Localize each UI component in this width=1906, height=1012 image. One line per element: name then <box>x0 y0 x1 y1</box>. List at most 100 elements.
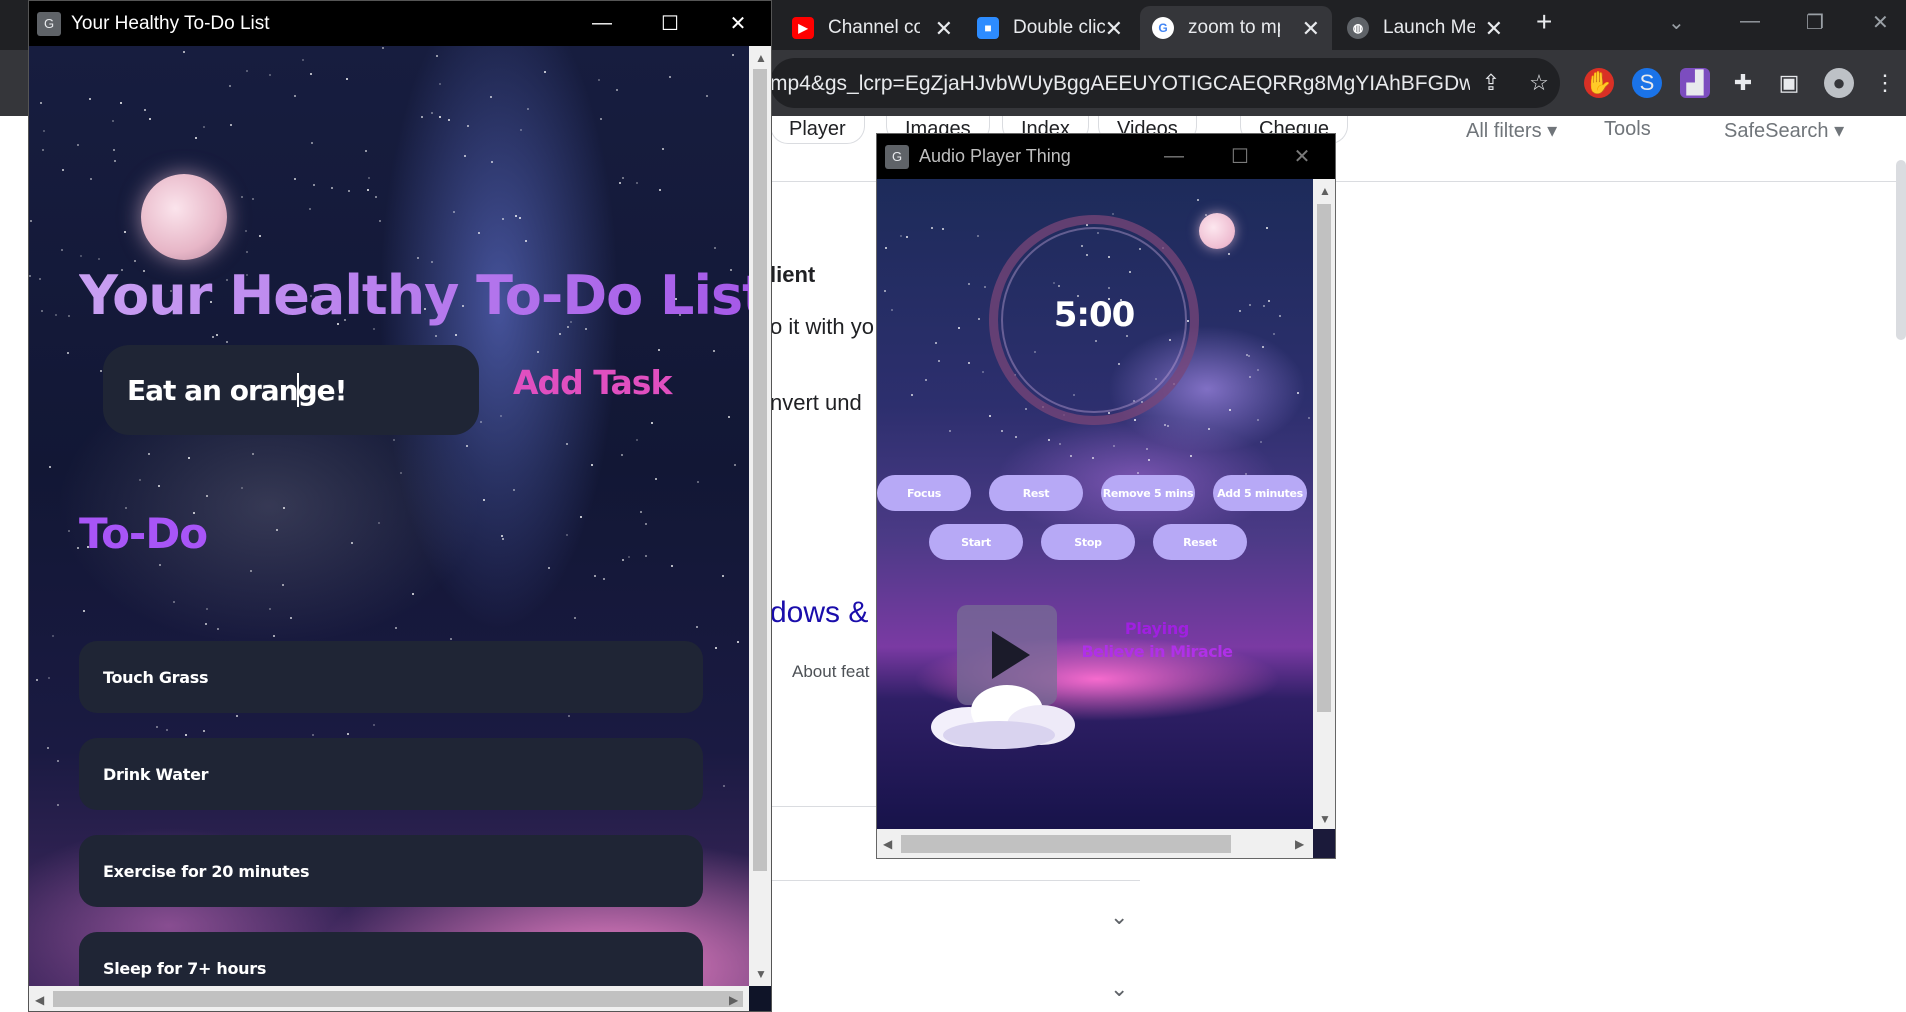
task-item[interactable]: Exercise for 20 minutes <box>79 835 703 907</box>
app-icon: G <box>37 11 61 36</box>
task-item[interactable]: Drink Water <box>79 738 703 810</box>
scroll-right-arrow-icon[interactable]: ▶ <box>729 993 738 1007</box>
play-icon <box>992 631 1030 679</box>
star <box>120 102 122 104</box>
maximize-icon[interactable]: ☐ <box>637 1 703 46</box>
scroll-left-arrow-icon[interactable]: ◀ <box>35 993 44 1007</box>
star <box>1308 417 1310 419</box>
rest-button[interactable]: Rest <box>989 475 1083 511</box>
scroll-left-arrow-icon[interactable]: ◀ <box>883 837 892 851</box>
extensions-puzzle-icon[interactable]: ✚ <box>1728 68 1758 98</box>
task-item[interactable]: Touch Grass <box>79 641 703 713</box>
star <box>269 74 271 76</box>
safesearch-button[interactable]: SafeSearch ▾ <box>1724 118 1844 143</box>
scroll-right-arrow-icon[interactable]: ▶ <box>1295 837 1304 851</box>
chevron-down-icon[interactable]: ⌄ <box>1110 904 1128 930</box>
filter-chip[interactable]: Player <box>770 116 865 144</box>
close-icon[interactable]: ✕ <box>1269 134 1335 179</box>
star <box>283 507 285 509</box>
horizontal-scroll-thumb[interactable] <box>901 835 1231 853</box>
star <box>669 76 671 78</box>
bg-result-heading[interactable]: dows & <box>770 596 868 630</box>
remove-5-mins-button[interactable]: Remove 5 mins <box>1101 475 1195 511</box>
extension-chart-icon[interactable]: ▟ <box>1680 68 1710 98</box>
star <box>1262 346 1264 348</box>
star <box>98 258 100 260</box>
add-task-button[interactable]: Add Task <box>513 363 672 402</box>
tab-search-icon[interactable]: ⌄ <box>1668 10 1685 35</box>
star <box>906 236 908 238</box>
minimize-icon[interactable]: — <box>1740 10 1760 33</box>
star <box>1001 430 1003 432</box>
star <box>250 570 252 572</box>
star <box>714 247 716 249</box>
start-button[interactable]: Start <box>929 524 1023 560</box>
kebab-menu-icon[interactable]: ⋮ <box>1870 68 1900 98</box>
chevron-down-icon[interactable]: ⌄ <box>1110 976 1128 1002</box>
vertical-scroll-thumb[interactable] <box>753 69 767 871</box>
star <box>188 457 190 459</box>
close-tab-icon[interactable]: ✕ <box>1485 16 1503 42</box>
maximize-icon[interactable]: ☐ <box>1207 134 1273 179</box>
all-filters-button[interactable]: All filters ▾ <box>1466 118 1557 143</box>
close-icon[interactable]: ✕ <box>705 1 771 46</box>
todo-titlebar[interactable]: G Your Healthy To-Do List — ☐ ✕ <box>29 1 771 46</box>
vertical-scroll-thumb[interactable] <box>1317 204 1331 712</box>
extension-hand-icon[interactable]: ✋ <box>1584 68 1614 98</box>
star <box>696 626 698 628</box>
close-tab-icon[interactable]: ✕ <box>1302 16 1320 42</box>
star <box>156 726 158 728</box>
minimize-icon[interactable]: — <box>569 1 635 46</box>
focus-button[interactable]: Focus <box>877 475 971 511</box>
star <box>466 445 468 447</box>
audio-titlebar[interactable]: G Audio Player Thing — ☐ ✕ <box>877 134 1335 179</box>
new-tab-button[interactable]: + <box>1536 6 1552 38</box>
minimize-icon[interactable]: — <box>1141 134 1207 179</box>
todo-section-title: To-Do <box>79 509 208 558</box>
star <box>448 119 450 121</box>
star <box>502 538 504 540</box>
star <box>89 98 91 100</box>
bookmark-star-icon[interactable]: ☆ <box>1524 68 1554 98</box>
star <box>113 149 115 151</box>
browser-tab-zoom[interactable]: ■ Double clic ✕ <box>965 6 1135 50</box>
browser-tab-launch[interactable]: ◍ Launch Med ✕ <box>1335 6 1515 50</box>
shazam-icon[interactable]: S <box>1632 68 1662 98</box>
profile-avatar-icon[interactable]: ● <box>1824 68 1854 98</box>
browser-tab-youtube[interactable]: ▶ Channel co ✕ <box>780 6 965 50</box>
star <box>502 218 504 220</box>
restore-icon[interactable]: ❐ <box>1806 10 1824 35</box>
scroll-up-arrow-icon[interactable]: ▲ <box>1319 184 1331 198</box>
star <box>185 734 187 736</box>
add-5-minutes-button[interactable]: Add 5 minutes <box>1213 475 1307 511</box>
star <box>1148 459 1150 461</box>
scroll-down-arrow-icon[interactable]: ▼ <box>1319 812 1331 826</box>
star <box>655 478 657 480</box>
stop-button[interactable]: Stop <box>1041 524 1135 560</box>
star <box>566 443 568 445</box>
reset-button[interactable]: Reset <box>1153 524 1247 560</box>
browser-tab-google[interactable]: G zoom to mp ✕ <box>1140 6 1332 50</box>
star <box>706 95 708 97</box>
scroll-down-arrow-icon[interactable]: ▼ <box>755 967 767 981</box>
star <box>1257 369 1259 371</box>
star <box>1167 425 1169 427</box>
star <box>527 108 529 110</box>
scroll-up-arrow-icon[interactable]: ▲ <box>755 51 767 65</box>
close-tab-icon[interactable]: ✕ <box>935 16 953 42</box>
close-tab-icon[interactable]: ✕ <box>1105 16 1123 42</box>
bg-about[interactable]: About feat <box>792 662 870 682</box>
task-input[interactable] <box>103 345 479 435</box>
close-window-icon[interactable]: ✕ <box>1872 10 1889 35</box>
star <box>600 118 602 120</box>
star <box>205 623 207 625</box>
side-panel-icon[interactable]: ▣ <box>1774 68 1804 98</box>
star <box>1260 441 1262 443</box>
horizontal-scroll-thumb[interactable] <box>53 991 743 1007</box>
audio-app-area: 5:00 Focus Rest Remove 5 mins Add 5 minu… <box>877 179 1313 829</box>
share-icon[interactable]: ⇪ <box>1476 68 1506 98</box>
star <box>348 190 350 192</box>
star <box>1257 419 1259 421</box>
tools-button[interactable]: Tools <box>1604 118 1651 141</box>
page-scrollbar[interactable] <box>1896 160 1906 340</box>
